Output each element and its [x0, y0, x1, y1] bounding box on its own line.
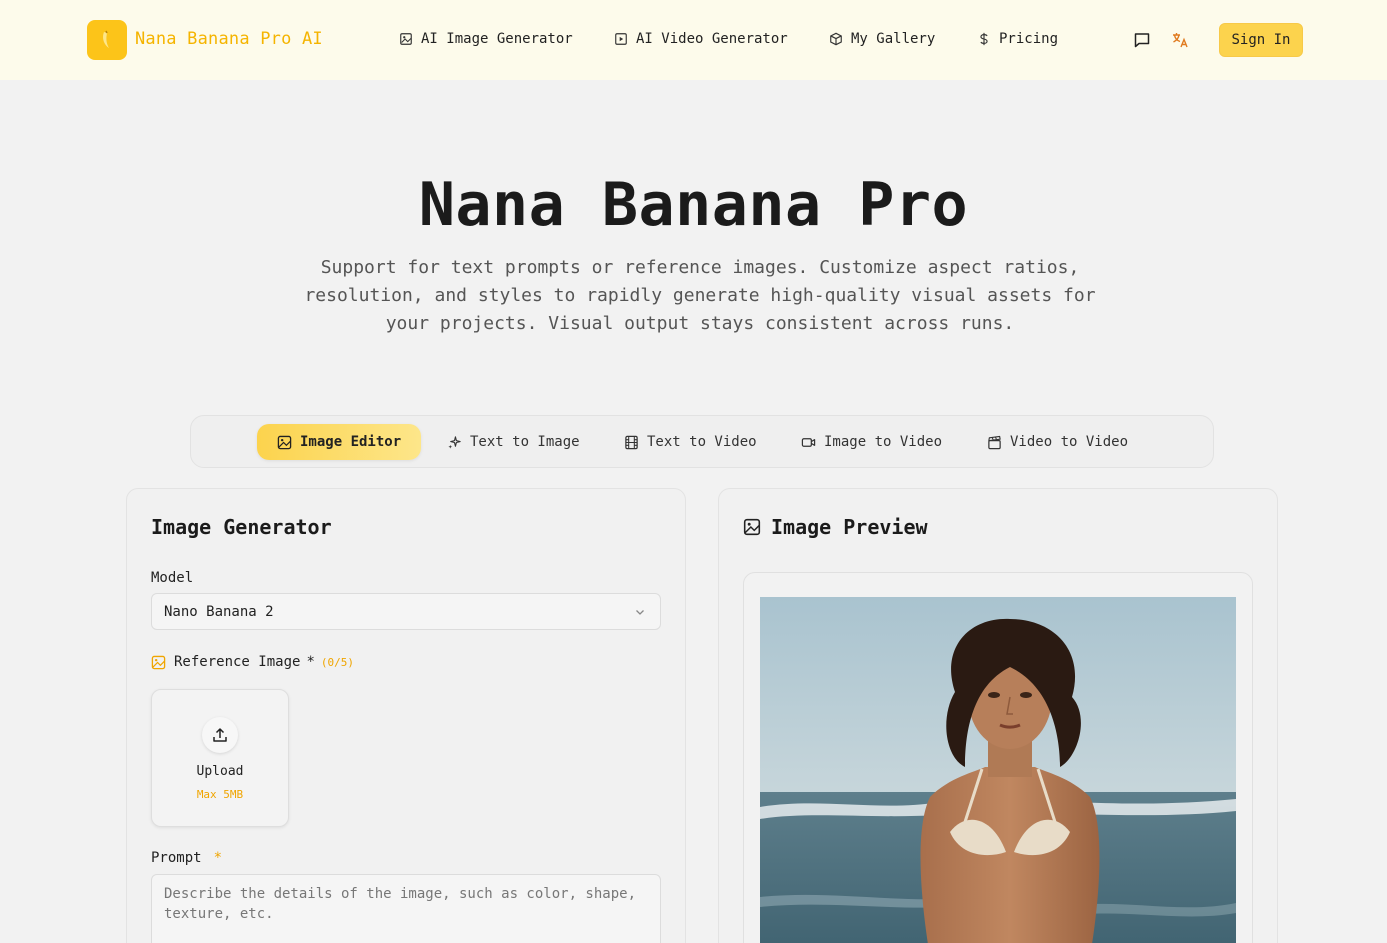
nav-pricing[interactable]: Pricing [977, 31, 1058, 47]
dollar-icon [980, 32, 988, 46]
tab-text-to-video[interactable]: Text to Video [604, 424, 777, 460]
preview-frame [743, 572, 1253, 943]
preview-image [760, 597, 1236, 943]
image-icon [277, 435, 292, 449]
tab-label: Text to Image [470, 434, 580, 450]
image-icon [400, 33, 412, 45]
required-marker: * [306, 654, 315, 670]
tab-video-to-video[interactable]: Video to Video [967, 424, 1148, 460]
required-marker: * [213, 850, 223, 866]
reference-image-label-row: Reference Image * (0/5) [151, 654, 354, 670]
tab-image-editor[interactable]: Image Editor [257, 424, 422, 460]
model-label: Model [151, 570, 194, 586]
nav-label: AI Image Generator [421, 31, 573, 47]
page-subtitle: Support for text prompts or reference im… [304, 257, 1096, 334]
upload-max-size: Max 5MB [196, 788, 244, 801]
image-icon [743, 518, 761, 536]
nav-my-gallery[interactable]: My Gallery [829, 31, 935, 47]
prompt-label-row: Prompt * [151, 850, 222, 866]
image-generator-title: Image Generator [151, 515, 332, 539]
tab-label: Image to Video [824, 434, 943, 450]
logo-text[interactable]: Nana Banana Pro AI [135, 29, 323, 49]
nav-label: Pricing [999, 31, 1059, 47]
page-title: Nana Banana Pro [418, 170, 969, 240]
mode-tabs: Image Editor Text to Image Text to Video… [190, 415, 1214, 468]
upload-label: Upload [196, 764, 244, 779]
video-icon [615, 33, 627, 45]
image-preview-title-row: Image Preview [743, 515, 928, 539]
reference-count: (0/5) [320, 655, 354, 669]
film-icon [625, 435, 638, 449]
box-icon [830, 32, 842, 46]
tab-image-to-video[interactable]: Image to Video [781, 424, 962, 460]
chat-icon[interactable] [1132, 30, 1152, 50]
image-preview-title: Image Preview [771, 515, 928, 539]
upload-dropzone[interactable]: Upload Max 5MB [151, 689, 289, 827]
nav-ai-video-generator[interactable]: AI Video Generator [614, 31, 788, 47]
model-select[interactable]: Nano Banana 2 [151, 593, 661, 630]
tab-label: Text to Video [647, 434, 757, 450]
camera-icon [801, 437, 816, 447]
image-preview-card: Image Preview [718, 488, 1278, 943]
sparkles-icon [448, 435, 461, 449]
sign-in-button[interactable]: Sign In [1219, 23, 1303, 57]
translate-icon[interactable] [1170, 30, 1190, 50]
model-value: Nano Banana 2 [164, 603, 274, 620]
tab-text-to-image[interactable]: Text to Image [427, 424, 600, 460]
logo-icon[interactable] [87, 20, 127, 60]
clapperboard-icon [988, 435, 1001, 449]
nav-label: My Gallery [851, 31, 936, 47]
nav-ai-image-generator[interactable]: AI Image Generator [399, 31, 573, 47]
image-generator-card: Image Generator Model Nano Banana 2 Refe… [126, 488, 686, 943]
tab-label: Image Editor [300, 434, 402, 450]
upload-icon [202, 717, 238, 753]
reference-image-label: Reference Image [174, 654, 301, 670]
image-icon [151, 655, 166, 669]
top-header: Nana Banana Pro AI AI Image Generator AI… [0, 0, 1387, 80]
prompt-input[interactable]: Describe the details of the image, such … [151, 874, 661, 943]
tab-label: Video to Video [1010, 434, 1129, 450]
chevron-down-icon [636, 610, 644, 615]
prompt-label: Prompt [151, 850, 202, 866]
nav-label: AI Video Generator [636, 31, 788, 47]
